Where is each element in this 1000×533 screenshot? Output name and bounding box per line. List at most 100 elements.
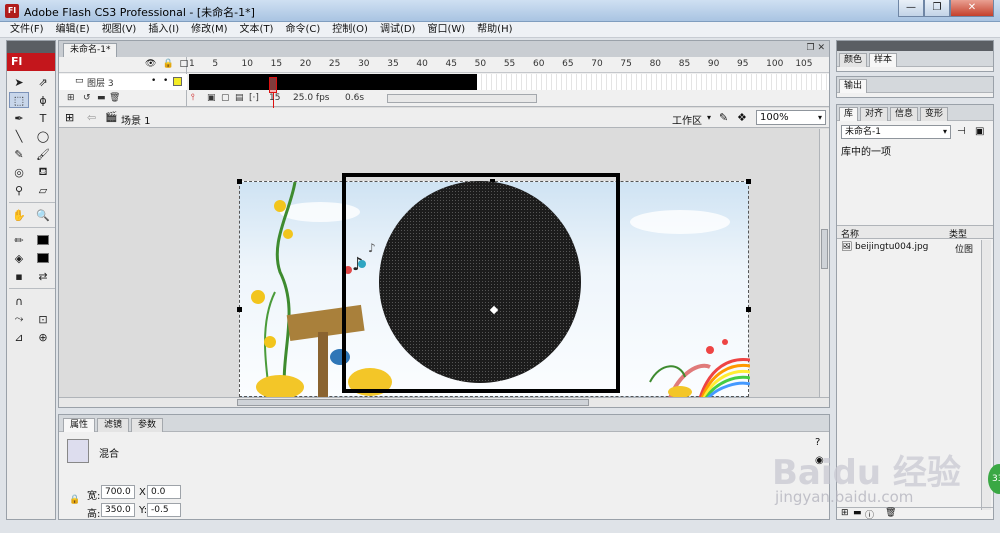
menu-insert[interactable]: 插入(I) bbox=[142, 22, 185, 37]
pencil-tool-icon[interactable]: ✎ bbox=[9, 146, 29, 162]
default-colors-icon[interactable]: ▪ bbox=[9, 268, 29, 284]
eyedropper-tool-icon[interactable]: ⚲ bbox=[9, 182, 29, 198]
stroke-color-icon[interactable]: ✏ bbox=[9, 232, 29, 248]
new-symbol-icon[interactable]: ⊞ bbox=[841, 508, 849, 518]
menu-edit[interactable]: 编辑(E) bbox=[50, 22, 96, 37]
menu-text[interactable]: 文本(T) bbox=[234, 22, 280, 37]
layer-name[interactable]: 图层 3 bbox=[87, 76, 114, 89]
tab-filters[interactable]: 滤镜 bbox=[97, 418, 130, 432]
layer-row[interactable]: ▭ 图层 3 • • bbox=[59, 74, 187, 90]
pen-tool-icon[interactable]: ✒ bbox=[9, 110, 29, 126]
minimize-button[interactable]: — bbox=[898, 0, 924, 17]
text-tool-icon[interactable]: T bbox=[33, 110, 53, 126]
frame-rate[interactable]: 25.0 fps bbox=[293, 93, 329, 103]
panel-header[interactable] bbox=[837, 41, 993, 51]
pin-library-icon[interactable]: ⊣ bbox=[957, 126, 966, 137]
maximize-button[interactable]: ❐ bbox=[924, 0, 950, 17]
zoom-select[interactable]: 100% ▾ bbox=[756, 110, 826, 125]
tab-swatches[interactable]: 样本 bbox=[869, 53, 898, 67]
lock-icon[interactable]: 🔒 bbox=[162, 59, 173, 69]
timeline-ruler[interactable]: 1 5 10 15 20 25 30 35 40 45 50 55 60 65 70 75 80 85 90 95 10… bbox=[189, 57, 829, 73]
menu-help[interactable]: 帮助(H) bbox=[471, 22, 518, 37]
width-field[interactable]: 700.0 bbox=[101, 485, 135, 499]
lock-proportions-icon[interactable]: 🔒 bbox=[69, 495, 80, 505]
stage-horizontal-scrollbar[interactable] bbox=[59, 397, 829, 407]
tab-info[interactable]: 信息 bbox=[890, 107, 919, 121]
add-layer-icon[interactable]: ⊞ bbox=[67, 93, 75, 103]
layer-lock-dot[interactable]: • bbox=[163, 76, 168, 86]
stage-vertical-scrollbar[interactable] bbox=[819, 129, 829, 397]
menu-control[interactable]: 控制(O) bbox=[326, 22, 374, 37]
horizontal-scroll-thumb[interactable] bbox=[237, 399, 589, 406]
straighten-icon[interactable]: ⊡ bbox=[33, 311, 53, 327]
oval-tool-icon[interactable]: ◯ bbox=[33, 128, 53, 144]
edit-multiple-icon[interactable]: ▤ bbox=[235, 93, 244, 103]
center-frame-icon[interactable]: ⫯ bbox=[191, 93, 195, 103]
stage-area[interactable]: ♪ ♪ bbox=[59, 129, 819, 397]
empty-frames[interactable] bbox=[477, 74, 829, 90]
tab-align[interactable]: 对齐 bbox=[860, 107, 889, 121]
menu-file[interactable]: 文件(F) bbox=[4, 22, 50, 37]
menu-window[interactable]: 窗口(W) bbox=[421, 22, 471, 37]
eraser-tool-icon[interactable]: ▱ bbox=[33, 182, 53, 198]
tab-library[interactable]: 库 bbox=[839, 107, 859, 121]
ink-bottle-tool-icon[interactable]: ◎ bbox=[9, 164, 29, 180]
new-folder-icon[interactable]: ▬ bbox=[853, 508, 862, 518]
menu-modify[interactable]: 修改(M) bbox=[185, 22, 233, 37]
tools-panel-header[interactable] bbox=[7, 41, 55, 53]
tab-transform[interactable]: 变形 bbox=[920, 107, 949, 121]
close-doc-icon[interactable]: ✕ bbox=[817, 43, 825, 53]
library-document-select[interactable]: 未命名-1 ▾ bbox=[841, 125, 951, 139]
scale-icon[interactable]: ⊕ bbox=[33, 329, 53, 345]
tab-properties[interactable]: 属性 bbox=[63, 418, 96, 432]
handle-top-right[interactable] bbox=[746, 179, 751, 184]
stroke-color-swatch[interactable] bbox=[33, 232, 53, 248]
restore-icon[interactable]: ❐ bbox=[807, 43, 815, 53]
y-field[interactable]: -0.5 bbox=[147, 503, 181, 517]
swap-colors-icon[interactable]: ⇄ bbox=[33, 268, 53, 284]
tab-color[interactable]: 颜色 bbox=[839, 53, 868, 67]
onion-skin-icon[interactable]: ▣ bbox=[207, 93, 216, 103]
keyframe-span[interactable] bbox=[189, 74, 477, 90]
snap-magnet-icon[interactable]: ∩ bbox=[9, 293, 29, 309]
library-item[interactable]: 🖼 beijingtu004.jpg 位图 bbox=[837, 241, 993, 255]
rotate-skew-icon[interactable]: ⊿ bbox=[9, 329, 29, 345]
hand-tool-icon[interactable]: ✋ bbox=[9, 207, 29, 223]
subselection-tool-icon[interactable]: ⇗ bbox=[33, 74, 53, 90]
add-guide-icon[interactable]: ↺ bbox=[83, 93, 91, 103]
new-library-icon[interactable]: ▣ bbox=[975, 126, 984, 137]
column-name[interactable]: 名称 bbox=[841, 227, 859, 240]
timeline-frames[interactable] bbox=[189, 74, 829, 90]
handle-middle-right[interactable] bbox=[746, 307, 751, 312]
paint-bucket-tool-icon[interactable]: ⛾ bbox=[33, 164, 53, 180]
layer-visibility-dot[interactable]: • bbox=[151, 76, 156, 86]
delete-layer-icon[interactable]: 🗑 bbox=[109, 93, 120, 103]
document-tab[interactable]: 未命名-1* bbox=[63, 43, 118, 57]
lasso-tool-icon[interactable]: ϕ bbox=[33, 92, 53, 108]
timeline-scrollbar[interactable] bbox=[387, 94, 537, 103]
workspace-chevron-icon[interactable]: ▾ bbox=[707, 113, 711, 122]
handle-middle-left[interactable] bbox=[237, 307, 242, 312]
free-transform-tool-icon[interactable]: ⬚ bbox=[9, 92, 29, 108]
eye-icon[interactable]: 👁 bbox=[145, 59, 156, 69]
menu-debug[interactable]: 调试(D) bbox=[374, 22, 422, 37]
menu-commands[interactable]: 命令(C) bbox=[279, 22, 326, 37]
height-field[interactable]: 350.0 bbox=[101, 503, 135, 517]
x-field[interactable]: 0.0 bbox=[147, 485, 181, 499]
fill-color-icon[interactable]: ◈ bbox=[9, 250, 29, 266]
tab-parameters[interactable]: 参数 bbox=[131, 418, 164, 432]
handle-top-left[interactable] bbox=[237, 179, 242, 184]
add-folder-icon[interactable]: ▬ bbox=[97, 93, 106, 103]
edit-bar-icon[interactable]: ⊞ bbox=[65, 111, 74, 124]
column-type[interactable]: 类型 bbox=[949, 227, 967, 240]
delete-icon[interactable]: 🗑 bbox=[885, 508, 896, 518]
outline-icon[interactable]: □ bbox=[180, 59, 189, 69]
layer-color-swatch[interactable] bbox=[173, 77, 182, 86]
black-circle-mask[interactable] bbox=[379, 181, 581, 383]
edit-scene-icon[interactable]: ❖ bbox=[737, 111, 747, 124]
fill-color-swatch[interactable] bbox=[33, 250, 53, 266]
selection-tool-icon[interactable]: ➤ bbox=[9, 74, 29, 90]
menu-view[interactable]: 视图(V) bbox=[96, 22, 143, 37]
tab-output[interactable]: 输出 bbox=[839, 79, 868, 93]
edit-symbol-icon[interactable]: ✎ bbox=[719, 111, 728, 124]
